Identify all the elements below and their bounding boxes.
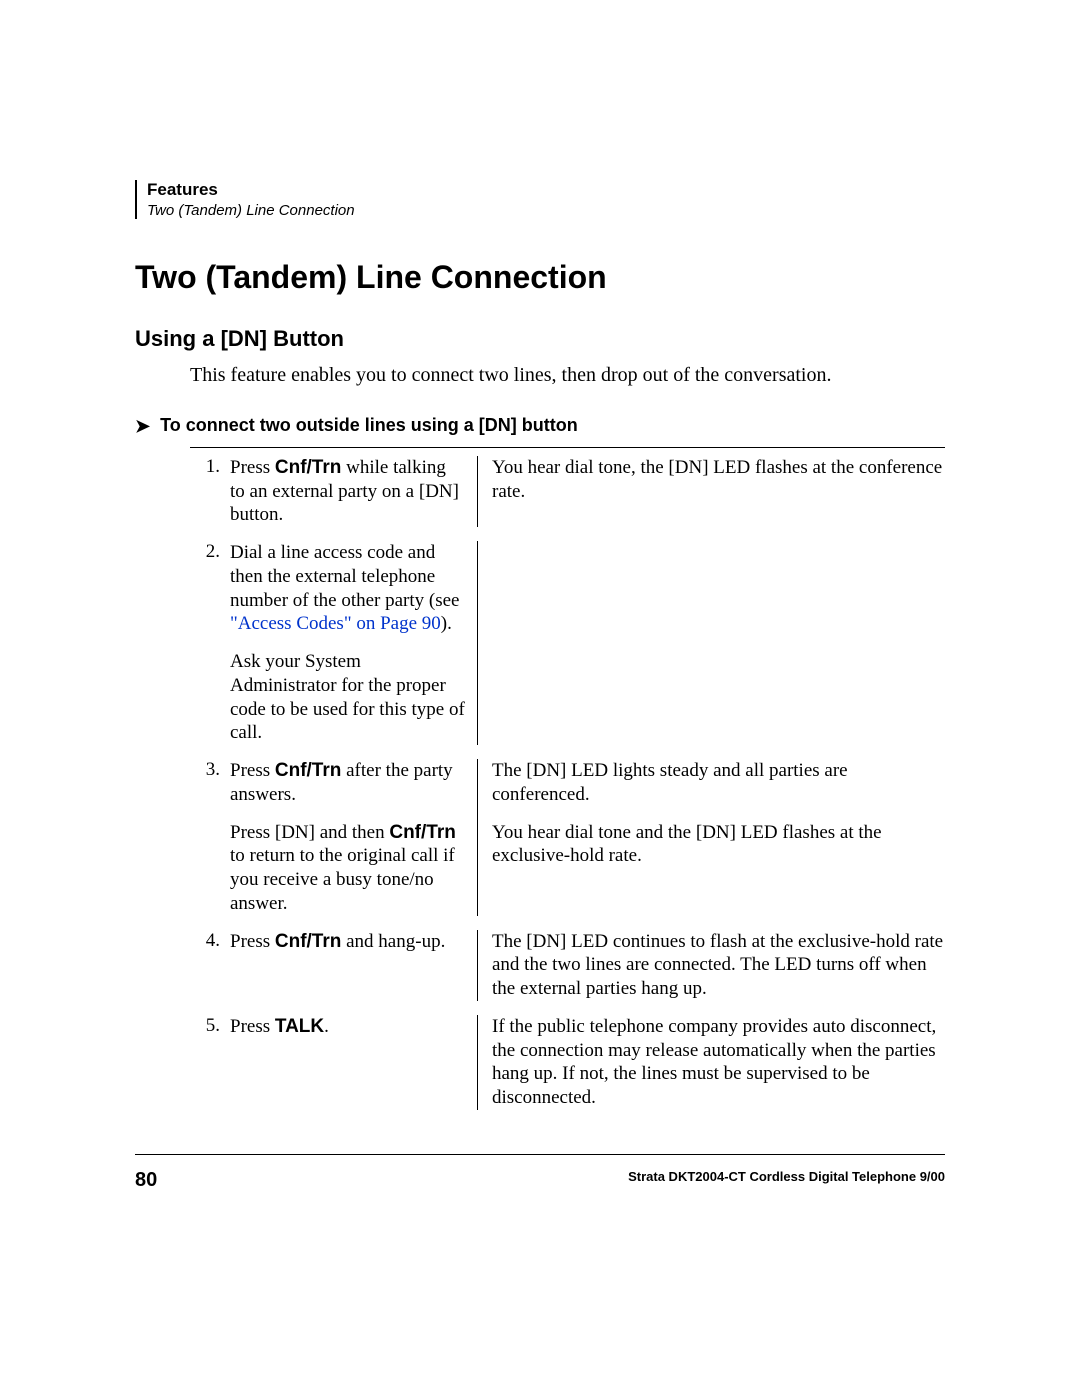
step-number: 1. xyxy=(190,456,230,527)
cnf-trn-key: Cnf/Trn xyxy=(389,822,456,843)
table-row: 3. Press Cnf/Trn after the party answers… xyxy=(190,751,945,922)
step-subtext: Ask your System Administrator for the pr… xyxy=(230,650,465,745)
header-subsection: Two (Tandem) Line Connection xyxy=(147,202,945,219)
step-result xyxy=(478,541,945,745)
page-title: Two (Tandem) Line Connection xyxy=(135,259,945,296)
step-action: Press Cnf/Trn while talking to an extern… xyxy=(230,456,478,527)
talk-key: TALK xyxy=(275,1016,324,1037)
section-heading: Using a [DN] Button xyxy=(135,326,945,352)
cnf-trn-key: Cnf/Trn xyxy=(275,457,342,478)
cnf-trn-key: Cnf/Trn xyxy=(275,931,342,952)
running-header: Features Two (Tandem) Line Connection xyxy=(135,180,945,219)
header-section: Features xyxy=(147,180,945,200)
table-row: 1. Press Cnf/Trn while talking to an ext… xyxy=(190,448,945,533)
step-number: 4. xyxy=(190,930,230,1001)
step-number: 5. xyxy=(190,1015,230,1110)
step-number: 3. xyxy=(190,759,230,916)
steps-table: 1. Press Cnf/Trn while talking to an ext… xyxy=(190,447,945,1116)
step-result: The [DN] LED continues to flash at the e… xyxy=(478,930,945,1001)
cnf-trn-key: Cnf/Trn xyxy=(275,760,342,781)
pointer-icon: ➤ xyxy=(135,416,150,437)
table-row: 2. Dial a line access code and then the … xyxy=(190,533,945,751)
step-action: Dial a line access code and then the ext… xyxy=(230,541,478,745)
intro-paragraph: This feature enables you to connect two … xyxy=(190,364,945,387)
step-action: Press TALK. xyxy=(230,1015,478,1110)
step-result: You hear dial tone, the [DN] LED flashes… xyxy=(478,456,945,527)
step-action: Press Cnf/Trn after the party answers. P… xyxy=(230,759,478,916)
table-row: 4. Press Cnf/Trn and hang-up. The [DN] L… xyxy=(190,922,945,1007)
footer-document-title: Strata DKT2004-CT Cordless Digital Telep… xyxy=(628,1169,945,1184)
page-footer: 80 Strata DKT2004-CT Cordless Digital Te… xyxy=(135,1154,945,1192)
step-result: The [DN] LED lights steady and all parti… xyxy=(478,759,945,916)
procedure-heading: ➤ To connect two outside lines using a [D… xyxy=(135,415,945,437)
page-content: Features Two (Tandem) Line Connection Tw… xyxy=(0,0,1080,1116)
page-number: 80 xyxy=(135,1169,157,1192)
procedure-heading-text: To connect two outside lines using a [DN… xyxy=(160,415,578,435)
step-number: 2. xyxy=(190,541,230,745)
step-action: Press Cnf/Trn and hang-up. xyxy=(230,930,478,1001)
table-row: 5. Press TALK. If the public telephone c… xyxy=(190,1007,945,1116)
step-result: If the public telephone company provides… xyxy=(478,1015,945,1110)
access-codes-link[interactable]: "Access Codes" on Page 90 xyxy=(230,613,441,634)
step-subtext: Press [DN] and then Cnf/Trn to return to… xyxy=(230,821,465,916)
